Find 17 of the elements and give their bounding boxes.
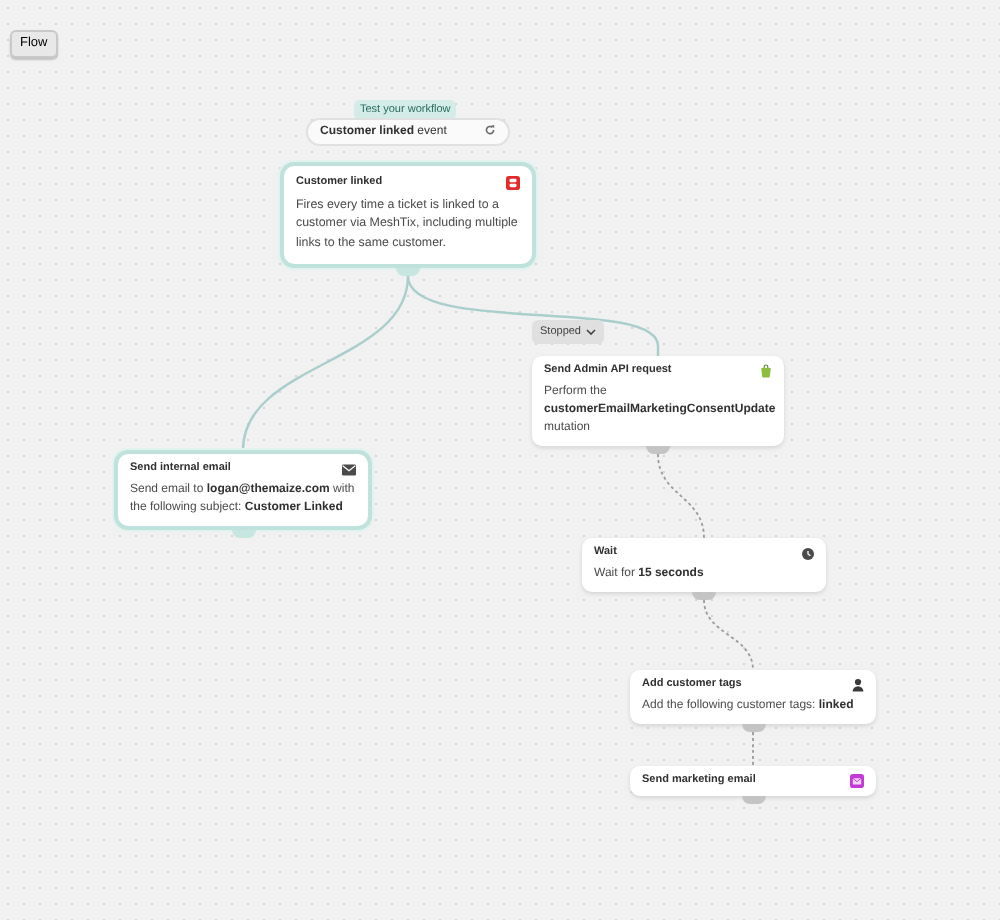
connector-line <box>657 453 705 539</box>
app-icon <box>506 176 520 191</box>
connector-handle[interactable] <box>741 796 765 804</box>
connector-handle[interactable] <box>692 592 716 600</box>
shopping-bag-icon <box>760 364 772 379</box>
envelope-icon <box>342 463 356 476</box>
connector-handle[interactable] <box>231 530 255 538</box>
clock-icon <box>802 547 814 560</box>
refresh-icon[interactable] <box>484 123 496 136</box>
caret-icon[interactable] <box>585 328 595 337</box>
email-app-icon <box>850 774 864 789</box>
connector-line <box>703 599 754 671</box>
connector-handle[interactable] <box>646 446 670 454</box>
connector-handle[interactable] <box>396 268 420 276</box>
connector-line <box>752 731 754 767</box>
person-icon <box>852 678 864 693</box>
connector-handle[interactable] <box>741 724 765 732</box>
